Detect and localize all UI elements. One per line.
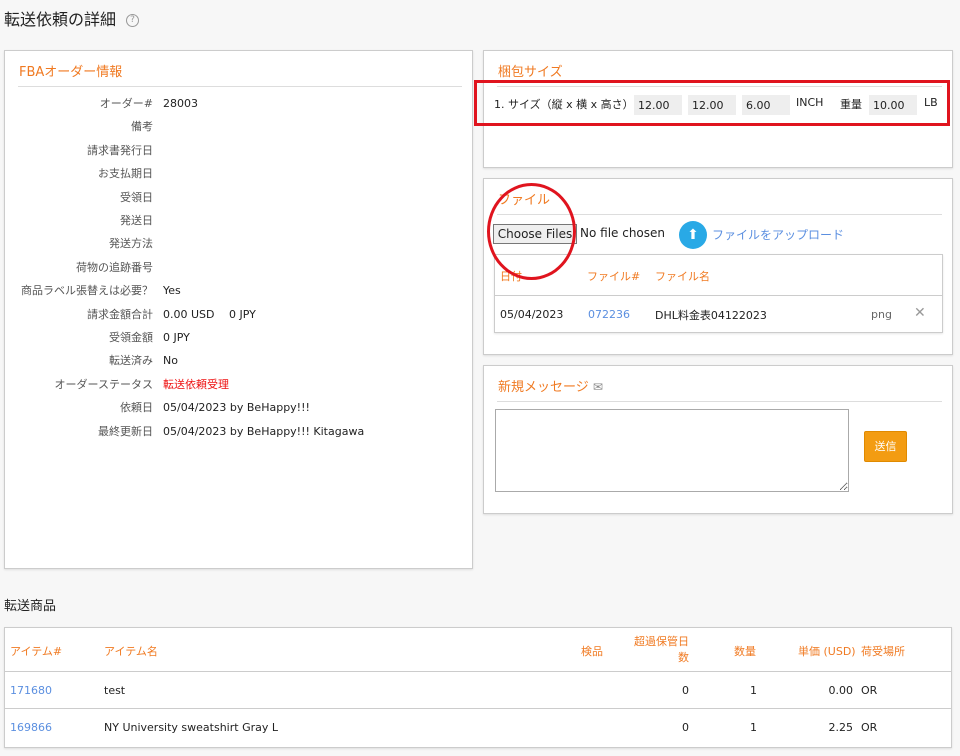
- row-label: オーダー#: [99, 97, 153, 110]
- col-inspection: 検品: [581, 645, 603, 658]
- row-value: No: [163, 354, 178, 368]
- item-location: OR: [861, 721, 878, 734]
- row-value: 05/04/2023 by BeHappy!!! Kitagawa: [163, 424, 365, 438]
- row-label: 転送済み: [109, 354, 153, 368]
- item-qty: 1: [750, 684, 757, 697]
- order-info-row: 備考: [5, 119, 465, 135]
- product-row: 171680 test 0 1 0.00 OR: [5, 672, 951, 709]
- order-info-header: FBAオーダー情報: [18, 61, 462, 87]
- annotation-circle: [487, 183, 576, 280]
- row-value: 05/04/2023 by BeHappy!!!: [163, 401, 310, 415]
- order-info-row: 依頼日 05/04/2023 by BeHappy!!!: [5, 400, 465, 416]
- row-label: 請求書発行日: [87, 143, 153, 157]
- col-file-name: ファイル名: [655, 270, 710, 283]
- message-header: 新規メッセージ ✉: [497, 376, 942, 402]
- products-table: アイテム# アイテム名 検品 超過保管日数 数量 単価 (USD) 荷受場所 1…: [4, 627, 952, 748]
- order-info-row: 請求金額合計 0.00 USD 0 JPY: [5, 307, 465, 323]
- col-item-no: アイテム#: [10, 645, 63, 658]
- item-location: OR: [861, 684, 878, 697]
- col-overdue-days: 超過保管日数: [634, 635, 689, 664]
- row-label: 備考: [131, 120, 153, 134]
- order-info-panel: FBAオーダー情報 オーダー# 28003 備考請求書発行日お支払期日受領日発送日発…: [4, 50, 473, 569]
- product-row: 169866 NY University sweatshirt Gray L 0…: [5, 709, 951, 746]
- products-header-row: アイテム# アイテム名 検品 超過保管日数 数量 単価 (USD) 荷受場所: [5, 628, 951, 672]
- order-info-row: 受領金額 0 JPY: [5, 330, 465, 346]
- upload-icon[interactable]: ⬆: [679, 221, 707, 249]
- order-info-row: 受領日: [5, 190, 465, 206]
- delete-icon[interactable]: ✕: [914, 305, 926, 321]
- item-price: 0.00: [828, 684, 854, 697]
- row-label: 発送方法: [109, 237, 153, 251]
- order-info-row: 発送方法: [5, 236, 465, 252]
- row-value: 0 JPY: [163, 331, 190, 344]
- order-info-row: 商品ラベル張替えは必要？ Yes: [5, 283, 465, 299]
- no-file-text: No file chosen: [580, 226, 666, 240]
- item-name: NY University sweatshirt Gray L: [104, 721, 278, 734]
- order-info-row: 請求書発行日: [5, 143, 465, 159]
- col-file-no: ファイル#: [587, 270, 641, 283]
- col-location: 荷受場所: [861, 645, 905, 658]
- item-price: 2.25: [828, 721, 854, 734]
- row-label: お支払期日: [98, 167, 153, 181]
- file-name: DHL料金表04122023: [655, 309, 767, 322]
- message-textarea[interactable]: [495, 409, 849, 492]
- col-item-name: アイテム名: [104, 645, 158, 658]
- row-label: 商品ラベル張替えは必要？: [21, 284, 153, 298]
- col-qty: 数量: [734, 645, 756, 658]
- order-info-row: オーダー# 28003: [5, 96, 465, 112]
- row-label: 荷物の追跡番号: [76, 260, 153, 274]
- row-value: 転送依頼受理: [163, 377, 229, 391]
- order-info-row: 最終更新日 05/04/2023 by BeHappy!!! Kitagawa: [5, 424, 465, 440]
- row-label: 依頼日: [120, 401, 153, 415]
- row-label: 受領日: [120, 190, 153, 204]
- row-label: 発送日: [120, 214, 153, 227]
- file-type: png: [871, 308, 892, 321]
- message-panel: 新規メッセージ ✉ 送信: [483, 365, 953, 514]
- file-date: 05/04/2023: [500, 308, 564, 321]
- file-row: 05/04/2023 072236 DHL料金表04122023 png ✕: [495, 296, 942, 332]
- order-info-row: 荷物の追跡番号: [5, 260, 465, 276]
- item-qty: 1: [750, 721, 757, 734]
- upload-link[interactable]: ファイルをアップロード: [712, 226, 844, 243]
- row-label: 最終更新日: [98, 424, 153, 438]
- item-overdue-days: 0: [682, 721, 689, 734]
- send-button[interactable]: 送信: [864, 431, 907, 462]
- envelope-icon: ✉: [592, 380, 603, 394]
- row-value: Yes: [163, 284, 181, 298]
- row-value: 28003: [163, 97, 198, 110]
- item-overdue-days: 0: [682, 684, 689, 697]
- item-name: test: [104, 684, 126, 697]
- page-title: 転送依頼の詳細?: [4, 6, 140, 30]
- order-info-row: 発送日: [5, 213, 465, 229]
- order-info-row: お支払期日: [5, 166, 465, 182]
- item-no-link[interactable]: 169866: [10, 721, 52, 734]
- row-label: 受領金額: [109, 331, 153, 344]
- file-no-link[interactable]: 072236: [588, 308, 630, 321]
- products-title: 転送商品: [4, 599, 57, 614]
- order-info-row: 転送済み No: [5, 353, 465, 369]
- annotation-rectangle: [474, 80, 950, 126]
- order-info-row: オーダーステータス 転送依頼受理: [5, 377, 465, 393]
- row-value: 0.00 USD 0 JPY: [163, 307, 256, 321]
- question-circle-icon[interactable]: ?: [126, 14, 140, 27]
- row-label: 請求金額合計: [87, 307, 153, 321]
- item-no-link[interactable]: 171680: [10, 684, 52, 697]
- col-price: 単価 (USD): [798, 645, 856, 658]
- row-label: オーダーステータス: [54, 377, 153, 391]
